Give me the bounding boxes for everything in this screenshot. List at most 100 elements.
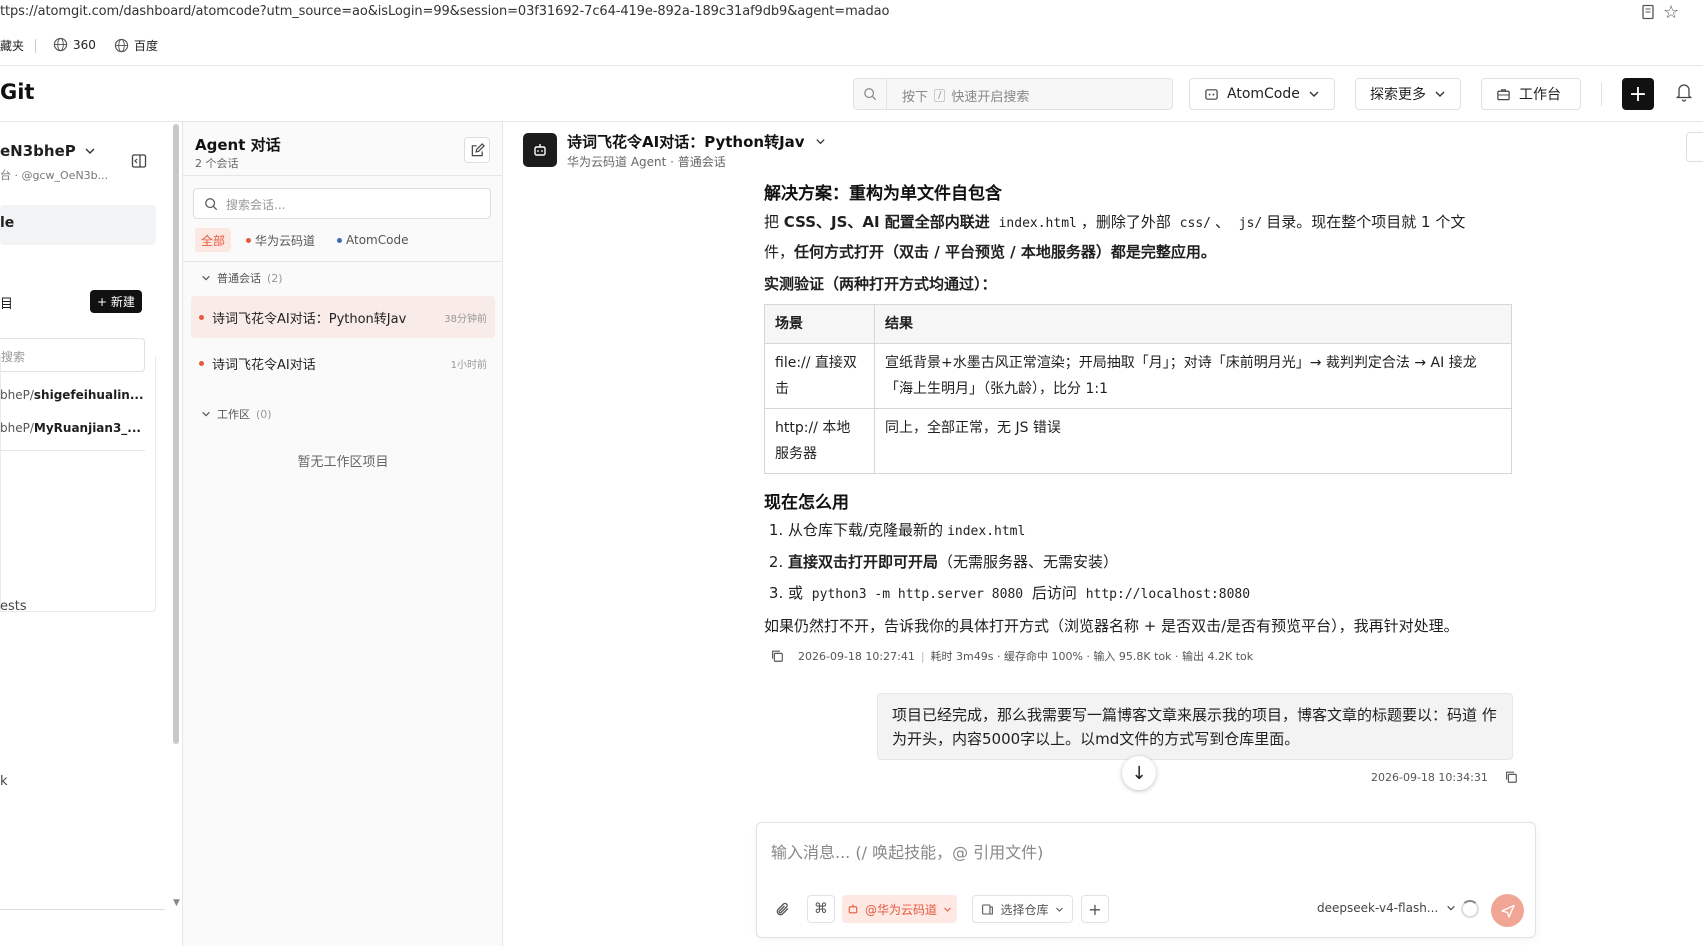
site-logo[interactable]: Git [0, 80, 34, 104]
bookmark-360[interactable]: 360 [53, 37, 96, 52]
bookmark-baidu[interactable]: 百度 [114, 37, 158, 54]
header-divider [1601, 82, 1602, 106]
conversation-count: 2 个会话 [195, 157, 239, 170]
table-cell: 同上，全部正常，无 JS 错误 [874, 408, 1512, 474]
meta-separator: | [920, 649, 925, 663]
chevron-down-icon [1446, 903, 1456, 913]
repo-link[interactable]: bheP/MyRuanjian3_... [0, 421, 141, 435]
atomcode-dropdown[interactable]: AtomCode [1189, 78, 1335, 110]
divider [0, 65, 1703, 66]
scroll-down-arrow-icon[interactable]: ▼ [173, 898, 180, 908]
chevron-down-icon [201, 273, 211, 283]
send-button[interactable] [1491, 894, 1524, 927]
edit-icon [470, 142, 485, 158]
conversation-item[interactable]: 诗词飞花令AI对话：Python转Jav 38分钟前 [191, 296, 495, 338]
user-switcher[interactable]: eN3bheP [0, 142, 96, 160]
message-composer[interactable]: 输入消息... (/ 唤起技能，@ 引用文件) ⌘ @华为云码道 选择仓库 + … [756, 822, 1536, 938]
loading-spinner-icon [1461, 900, 1479, 918]
repo-link[interactable]: bheP/shigefeihualin... [0, 388, 144, 402]
agent-avatar [523, 133, 557, 167]
user-message-meta: 2026-09-18 10:34:31 [1371, 770, 1518, 784]
reader-mode-icon[interactable] [1640, 4, 1656, 20]
briefcase-icon [1496, 87, 1511, 102]
sidebar-item-requests[interactable]: ests [0, 599, 27, 614]
agent-chip[interactable]: @华为云码道 [842, 895, 957, 923]
list-item: 或 python3 -m http.server 8080 后访问 http:/… [788, 578, 1514, 610]
sidebar-item-active[interactable]: le [0, 205, 156, 245]
chat-title-dropdown[interactable]: 诗词飞花令AI对话：Python转Jav [567, 131, 826, 152]
copy-icon[interactable] [770, 649, 784, 663]
conversation-list-panel: Agent 对话 2 个会话 搜索会话... 全部 华为云码道 AtomCode… [183, 122, 503, 946]
sidebar-scrollbar[interactable] [173, 124, 179, 744]
robot-icon [532, 142, 548, 158]
repos-label: 目 [0, 297, 14, 312]
chevron-down-icon [943, 905, 952, 914]
empty-workspace-text: 暂无工作区项目 [297, 455, 389, 470]
collapse-sidebar-icon[interactable] [131, 153, 147, 169]
panel-toggle-button[interactable] [1686, 132, 1703, 162]
bookmark-star-icon[interactable]: ☆ [1663, 2, 1679, 23]
browser-address-bar[interactable]: ttps://atomgit.com/dashboard/atomcode?ut… [0, 0, 1703, 26]
copy-icon[interactable] [1504, 770, 1518, 784]
model-selector[interactable]: deepseek-v4-flash... [1317, 901, 1456, 915]
bookmark-favorites[interactable]: 藏夹 [0, 37, 24, 54]
status-dot [199, 360, 204, 366]
atomcode-icon [1204, 87, 1219, 102]
explore-more-dropdown[interactable]: 探索更多 [1355, 78, 1461, 110]
filter-atomcode[interactable]: AtomCode [337, 228, 408, 252]
panel-title: Agent 对话 [195, 136, 281, 154]
section-workspace[interactable]: 工作区 (0) [201, 406, 272, 422]
globe-icon [114, 38, 129, 53]
repo-icon [981, 903, 994, 916]
plus-icon: + [1088, 899, 1102, 919]
table-header-cell: 结果 [874, 304, 1512, 344]
steps-list: 从仓库下载/克隆最新的index.html 直接双击打开即可开局（无需服务器、无… [764, 515, 1514, 610]
url-text[interactable]: ttps://atomgit.com/dashboard/atomcode?ut… [0, 4, 889, 19]
left-sidebar: eN3bheP 台 · @gcw_OeN3b... le 目 + 新建 搜索 b… [0, 122, 183, 946]
search-divider [886, 79, 887, 109]
command-icon: ⌘ [814, 901, 828, 917]
command-button[interactable]: ⌘ [807, 895, 835, 923]
scroll-to-bottom-button[interactable]: ↓ [1122, 756, 1156, 790]
attachment-icon[interactable] [775, 901, 791, 917]
table-header-cell: 场景 [764, 304, 875, 344]
bookmark-divider [35, 39, 36, 53]
conversation-search-input[interactable]: 搜索会话... [193, 188, 491, 219]
chevron-down-icon [84, 145, 96, 157]
globe-icon [53, 37, 68, 52]
divider [0, 909, 165, 910]
table-cell: http:// 本地服务器 [764, 408, 875, 474]
sidebar-item-k[interactable]: k [0, 774, 8, 789]
chevron-down-icon [201, 409, 211, 419]
list-item: 从仓库下载/克隆最新的index.html [788, 515, 1514, 547]
result-table: 场景 结果 file:// 直接双击 宣纸背景+水墨古风正常渲染；开局抽取「月」… [764, 304, 1512, 474]
send-icon [1500, 903, 1516, 919]
filter-huawei-cloud[interactable]: 华为云码道 [246, 228, 315, 252]
new-conversation-button[interactable] [464, 137, 490, 163]
global-search[interactable]: 按下 / 快速开启搜索 [853, 78, 1173, 110]
user-message-bubble: 项目已经完成，那么我需要写一篇博客文章来展示我的项目，博客文章的标题要以：码道 … [877, 693, 1513, 760]
select-repo-dropdown[interactable]: 选择仓库 [972, 895, 1073, 923]
bell-icon[interactable] [1675, 82, 1693, 102]
new-repo-button[interactable]: + 新建 [90, 290, 142, 313]
table-cell: 宣纸背景+水墨古风正常渲染；开局抽取「月」；对诗「床前明月光」→ 裁判判定合法 … [874, 343, 1512, 409]
plus-icon: + [1628, 81, 1648, 107]
divider [183, 175, 503, 176]
list-item: 直接双击打开即可开局（无需服务器、无需安装） [788, 547, 1514, 578]
message-meta: 2026-09-18 10:27:41 | 耗时 3m49s · 缓存命中 10… [770, 648, 1514, 664]
divider [183, 261, 503, 262]
workbench-button[interactable]: 工作台 [1481, 78, 1581, 110]
status-dot [246, 237, 251, 243]
conversation-item[interactable]: 诗词飞花令AI对话 1小时前 [191, 342, 495, 384]
chevron-down-icon [1434, 88, 1446, 100]
status-dot [199, 314, 204, 320]
section-normal-conversations[interactable]: 普通会话 (2) [201, 270, 283, 286]
chat-subtitle: 华为云码道 Agent · 普通会话 [567, 155, 726, 169]
create-plus-button[interactable]: + [1622, 78, 1654, 110]
closing-paragraph: 如果仍然打不开，告诉我你的具体打开方式（浏览器名称 + 是否双击/是否有预览平台… [764, 617, 1459, 635]
filter-all[interactable]: 全部 [195, 228, 232, 252]
message-input[interactable]: 输入消息... (/ 唤起技能，@ 引用文件) [771, 839, 1043, 863]
search-placeholder: 按下 / 快速开启搜索 [902, 89, 1030, 105]
verify-heading: 实测验证（两种打开方式均通过）： [764, 275, 997, 293]
add-button[interactable]: + [1081, 895, 1109, 923]
